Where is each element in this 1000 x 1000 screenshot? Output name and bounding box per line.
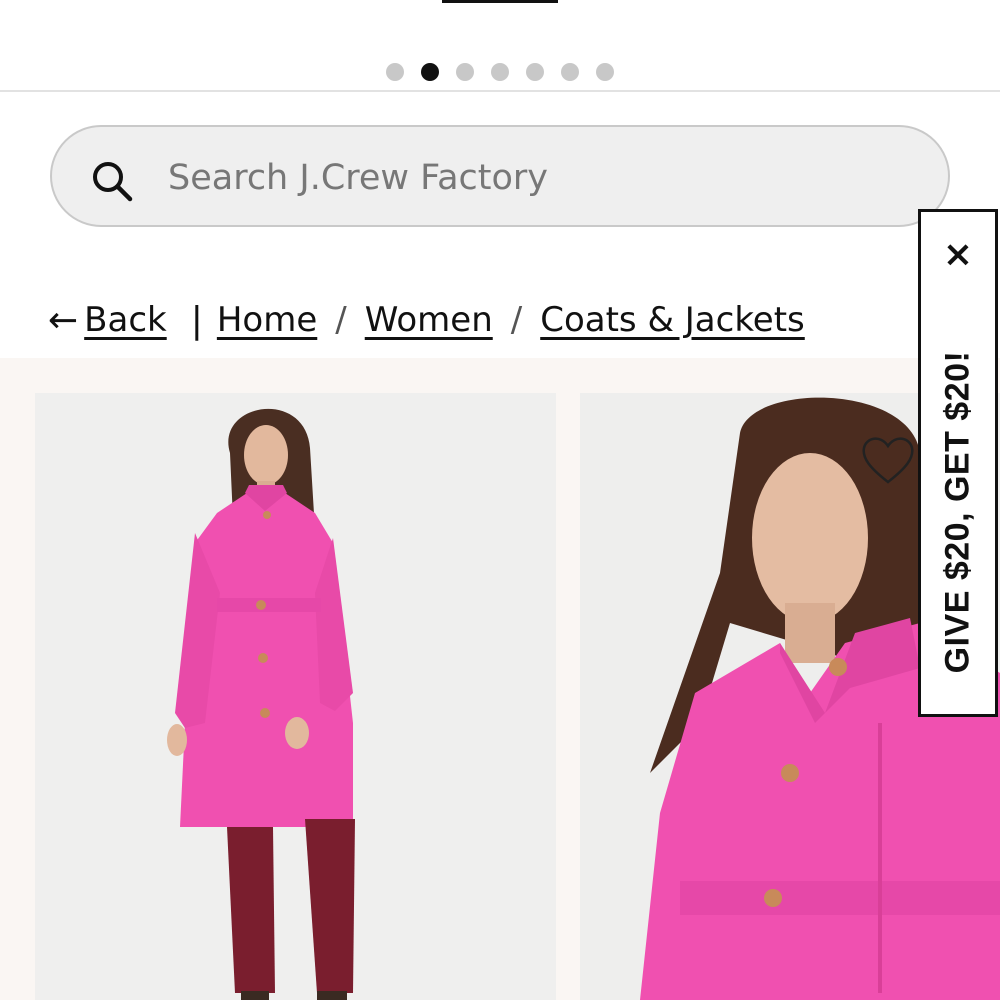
breadcrumb-separator: / — [510, 300, 523, 340]
carousel-dot[interactable] — [561, 63, 579, 81]
search-icon[interactable] — [90, 159, 134, 203]
carousel-dot[interactable] — [386, 63, 404, 81]
back-arrow-icon[interactable]: ← — [48, 300, 78, 341]
carousel-dot[interactable] — [596, 63, 614, 81]
breadcrumb-women[interactable]: Women — [365, 300, 493, 340]
breadcrumb: ← Back | Home / Women / Coats & Jackets — [48, 290, 805, 350]
breadcrumb-separator: / — [335, 300, 347, 340]
carousel-pagination — [0, 62, 1000, 82]
carousel-dot[interactable] — [526, 63, 544, 81]
breadcrumb-home[interactable]: Home — [217, 300, 317, 340]
product-image[interactable] — [35, 393, 556, 1000]
active-tab-underline — [442, 0, 558, 3]
carousel-dot-active[interactable] — [421, 63, 439, 81]
breadcrumb-divider: | — [190, 299, 203, 341]
product-card[interactable] — [35, 393, 556, 1000]
breadcrumb-coats-jackets[interactable]: Coats & Jackets — [540, 300, 805, 340]
promo-text[interactable]: GIVE $20, GET $20! — [939, 351, 978, 674]
carousel-dot[interactable] — [456, 63, 474, 81]
header-divider — [0, 90, 1000, 92]
back-link[interactable]: Back — [84, 300, 167, 340]
carousel-dot[interactable] — [491, 63, 509, 81]
promo-sidebar-tab[interactable]: × GIVE $20, GET $20! — [918, 209, 998, 717]
search-input[interactable] — [166, 147, 870, 209]
heart-icon[interactable] — [860, 434, 916, 486]
search-bar[interactable] — [50, 125, 950, 227]
close-icon[interactable]: × — [921, 234, 995, 275]
